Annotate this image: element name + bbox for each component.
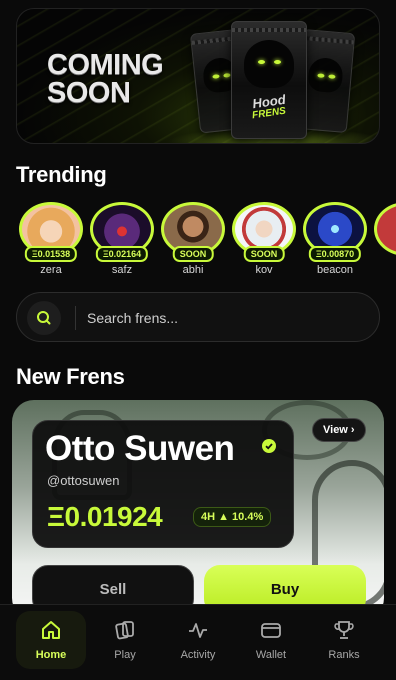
trending-name: abhi xyxy=(182,264,204,276)
search-divider xyxy=(75,306,76,330)
nav-label: Wallet xyxy=(255,649,287,661)
trending-name: safz xyxy=(111,264,133,276)
trending-item-zera[interactable]: Ξ0.01538 zera xyxy=(16,202,86,278)
trending-list[interactable]: Ξ0.01538 zera Ξ0.02164 safz SOON abhi SO… xyxy=(16,202,396,278)
cards-icon xyxy=(115,621,134,640)
trending-item-beacon[interactable]: Ξ0.00870 beacon xyxy=(300,202,370,278)
nav-item-wallet[interactable]: Wallet xyxy=(236,611,306,669)
nav-label: Home xyxy=(35,649,67,661)
fren-handle: @ottosuwen xyxy=(47,473,120,488)
coming-soon-banner[interactable]: COMING SOON Hood FRENS xyxy=(16,8,380,144)
nav-label: Ranks xyxy=(328,649,360,661)
trending-item-abhi[interactable]: SOON abhi xyxy=(158,202,228,278)
fren-price: Ξ0.01924 xyxy=(47,501,163,532)
trophy-icon xyxy=(334,621,354,639)
banner-headline: COMING SOON xyxy=(47,49,164,109)
bottom-nav: Home Play Activity Wallet Ranks xyxy=(0,604,396,680)
fren-name: Otto Suwen xyxy=(45,429,235,468)
trending-price: Ξ0.01538 xyxy=(24,246,78,262)
trending-price: SOON xyxy=(172,246,214,262)
nav-item-activity[interactable]: Activity xyxy=(163,611,233,669)
search-icon[interactable] xyxy=(27,301,61,335)
trending-title: Trending xyxy=(16,162,107,187)
nav-item-home[interactable]: Home xyxy=(16,611,86,669)
avatar xyxy=(374,202,396,256)
card-pack-image: Hood FRENS xyxy=(231,21,307,139)
new-frens-title: New Frens xyxy=(16,364,125,389)
view-button[interactable]: View › xyxy=(312,418,366,442)
search-bar[interactable] xyxy=(16,292,380,342)
trending-name: beacon xyxy=(316,264,354,276)
verified-badge-icon xyxy=(262,439,276,453)
activity-icon xyxy=(189,623,207,638)
search-input[interactable] xyxy=(87,301,367,335)
trending-price: Ξ0.02164 xyxy=(95,246,149,262)
nav-label: Activity xyxy=(180,649,216,661)
fren-card[interactable]: Otto Suwen @ottosuwen Ξ0.01924 4H ▲ 10.4… xyxy=(12,400,384,620)
nav-item-ranks[interactable]: Ranks xyxy=(309,611,379,669)
nav-item-play[interactable]: Play xyxy=(90,611,160,669)
trending-item-kov[interactable]: SOON kov xyxy=(229,202,299,278)
trending-item-safz[interactable]: Ξ0.02164 safz xyxy=(87,202,157,278)
home-icon xyxy=(42,621,60,639)
trending-item-nas[interactable]: nas xyxy=(371,202,396,278)
banner-headline-line2: SOON xyxy=(47,77,131,109)
trending-name: kov xyxy=(255,264,273,276)
trending-name: zera xyxy=(40,264,62,276)
nav-label: Play xyxy=(114,649,136,661)
trending-name: nas xyxy=(371,264,396,276)
fren-info-panel: Otto Suwen @ottosuwen Ξ0.01924 4H ▲ 10.4… xyxy=(32,420,294,548)
trending-price: Ξ0.00870 xyxy=(308,246,362,262)
banner-headline-line1: COMING xyxy=(47,49,164,81)
wallet-icon xyxy=(261,623,281,638)
trending-price: SOON xyxy=(243,246,285,262)
price-change-badge: 4H ▲ 10.4% xyxy=(193,507,272,527)
